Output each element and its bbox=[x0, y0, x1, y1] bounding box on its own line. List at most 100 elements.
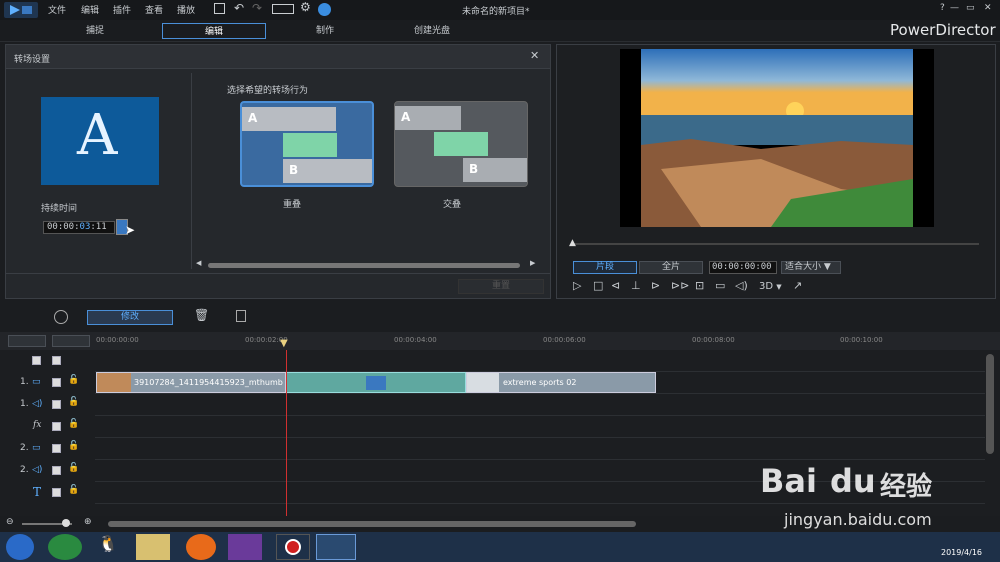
tab-edit[interactable]: 编辑 bbox=[162, 23, 266, 39]
volume-icon[interactable]: ◁) bbox=[735, 279, 748, 292]
taskbar-media-icon[interactable] bbox=[228, 534, 262, 560]
tools-menu-icon[interactable] bbox=[54, 310, 68, 324]
help-button[interactable]: ? bbox=[940, 3, 945, 13]
overlap-option[interactable]: A B bbox=[240, 101, 374, 187]
track-enable-checkbox[interactable] bbox=[52, 466, 61, 475]
zoom-in-icon[interactable]: ⊕ bbox=[84, 517, 92, 527]
undock-icon[interactable]: ↗ bbox=[793, 279, 802, 292]
menu-play[interactable]: 播放 bbox=[177, 3, 195, 16]
clip-a-label: A bbox=[248, 111, 258, 125]
dialog-close-button[interactable]: ✕ bbox=[530, 49, 539, 62]
transition-clip[interactable] bbox=[286, 372, 466, 393]
stop-icon[interactable]: □ bbox=[593, 279, 603, 292]
menu-plugins[interactable]: 插件 bbox=[113, 3, 131, 16]
master-track-row bbox=[95, 350, 985, 372]
clip-2-label: extreme sports 02 bbox=[503, 378, 577, 387]
track-number: 1. bbox=[20, 399, 29, 409]
transition-block bbox=[283, 133, 337, 157]
track-enable-checkbox[interactable] bbox=[52, 488, 61, 497]
previous-frame-icon[interactable]: ⊲ bbox=[611, 279, 620, 292]
lock-icon[interactable]: 🔓 bbox=[68, 419, 79, 429]
watermark-logo: Bai bbox=[760, 462, 817, 500]
preview-scrubber[interactable] bbox=[571, 243, 979, 245]
timeline-ruler-bar: 00:00:00:00 00:00:02:00 00:00:04:00 00:0… bbox=[0, 332, 1000, 350]
video-track-icon: ▭ bbox=[32, 377, 41, 387]
clip-attributes-icon[interactable] bbox=[236, 310, 246, 322]
reset-button[interactable]: 重置 bbox=[458, 279, 544, 294]
lock-icon[interactable]: 🔓 bbox=[68, 397, 79, 407]
track-header-audio-2: 2. ◁) 🔓 bbox=[0, 460, 94, 482]
duration-field[interactable]: 00:00:03:11 bbox=[43, 221, 115, 234]
duration-ss: 03 bbox=[79, 222, 91, 232]
snapshot-icon[interactable]: ⊡ bbox=[695, 279, 704, 292]
scroll-right-icon[interactable]: ▶ bbox=[530, 259, 535, 267]
fit-dropdown[interactable]: 适合大小 ▼ bbox=[781, 261, 841, 274]
duration-hh: 00 bbox=[47, 222, 58, 232]
taskbar-firefox-icon[interactable] bbox=[186, 534, 216, 560]
horizontal-scrollbar[interactable]: ◀ ▶ bbox=[196, 259, 538, 269]
clip-2[interactable]: extreme sports 02 bbox=[466, 372, 656, 393]
maximize-button[interactable]: ▭ bbox=[966, 3, 975, 13]
zoom-slider-handle[interactable] bbox=[62, 519, 70, 527]
3d-mode-button[interactable]: 3D ▼ bbox=[759, 281, 782, 292]
fit-timeline-button[interactable] bbox=[52, 335, 90, 347]
fast-forward-icon[interactable]: ⊳⊳ bbox=[671, 279, 689, 292]
watermark-paw: du bbox=[830, 462, 876, 500]
subtitle-icon[interactable]: ▭ bbox=[715, 279, 725, 292]
menu-file[interactable]: 文件 bbox=[48, 3, 66, 16]
taskbar-app-icon[interactable] bbox=[48, 534, 82, 560]
preview-panel: ▲ 片段 全片 00:00:00:00 适合大小 ▼ ▷ □ ⊲ ⊥ ⊳ ⊳⊳ … bbox=[556, 44, 996, 299]
track-enable-checkbox[interactable] bbox=[52, 378, 61, 387]
minimize-button[interactable]: — bbox=[950, 3, 959, 13]
clip-1[interactable]: 39107284_1411954415923_mthumb bbox=[96, 372, 286, 393]
save-icon[interactable] bbox=[214, 3, 225, 14]
zoom-out-icon[interactable]: ⊖ bbox=[6, 517, 14, 527]
timeline-view-button[interactable] bbox=[8, 335, 46, 347]
settings-gear-icon[interactable]: ⚙ bbox=[300, 0, 311, 14]
scrubber-handle-icon[interactable]: ▲ bbox=[569, 238, 576, 248]
preferences-icon[interactable] bbox=[272, 4, 294, 14]
account-icon[interactable] bbox=[318, 3, 331, 16]
menu-edit[interactable]: 编辑 bbox=[81, 3, 99, 16]
taskbar-powerdirector-icon[interactable] bbox=[316, 534, 356, 560]
tab-capture[interactable]: 捕捉 bbox=[40, 23, 150, 39]
scroll-left-icon[interactable]: ◀ bbox=[196, 259, 201, 267]
cross-label: 交叠 bbox=[443, 200, 462, 210]
delete-icon[interactable]: 🗑 bbox=[194, 308, 209, 322]
tab-create-disc[interactable]: 创建光盘 bbox=[376, 23, 488, 39]
modify-button[interactable]: 修改 bbox=[87, 310, 173, 325]
taskbar-qq-icon[interactable]: 🐧 bbox=[98, 534, 128, 560]
next-frame-icon[interactable]: ⊳ bbox=[651, 279, 660, 292]
menu-view[interactable]: 查看 bbox=[145, 3, 163, 16]
track-enable-checkbox[interactable] bbox=[52, 422, 61, 431]
lock-icon[interactable]: 🔓 bbox=[68, 485, 79, 495]
start-button[interactable] bbox=[6, 534, 34, 560]
undo-icon[interactable]: ↶ bbox=[234, 1, 244, 15]
clip-mode-button[interactable]: 片段 bbox=[573, 261, 637, 274]
master-visibility-checkbox[interactable] bbox=[32, 356, 41, 365]
close-window-button[interactable]: ✕ bbox=[984, 3, 992, 13]
lock-icon[interactable]: 🔓 bbox=[68, 441, 79, 451]
lock-icon[interactable]: 🔓 bbox=[68, 463, 79, 473]
split-icon[interactable]: ⊥ bbox=[631, 279, 641, 292]
lock-icon[interactable]: 🔓 bbox=[68, 375, 79, 385]
tab-produce[interactable]: 制作 bbox=[270, 23, 380, 39]
track-enable-checkbox[interactable] bbox=[52, 444, 61, 453]
taskbar-record-icon[interactable] bbox=[276, 534, 310, 560]
taskbar-date: 2019/4/16 bbox=[941, 548, 983, 557]
cross-option[interactable]: A B bbox=[394, 101, 528, 187]
app-logo-icon[interactable] bbox=[4, 2, 38, 18]
taskbar-explorer-icon[interactable] bbox=[136, 534, 170, 560]
track-number: 2. bbox=[20, 443, 29, 453]
vertical-scrollbar[interactable] bbox=[986, 354, 994, 454]
redo-icon[interactable]: ↷ bbox=[252, 1, 262, 15]
playhead-line bbox=[286, 350, 287, 516]
play-icon[interactable]: ▷ bbox=[573, 279, 581, 292]
timeline-horizontal-scrollbar[interactable] bbox=[108, 521, 636, 527]
playhead-marker-icon[interactable]: ▼ bbox=[280, 338, 288, 349]
scroll-thumb[interactable] bbox=[208, 263, 520, 268]
preview-timecode[interactable]: 00:00:00:00 bbox=[709, 261, 777, 274]
track-enable-checkbox[interactable] bbox=[52, 400, 61, 409]
master-enable-checkbox[interactable] bbox=[52, 356, 61, 365]
movie-mode-button[interactable]: 全片 bbox=[639, 261, 703, 274]
